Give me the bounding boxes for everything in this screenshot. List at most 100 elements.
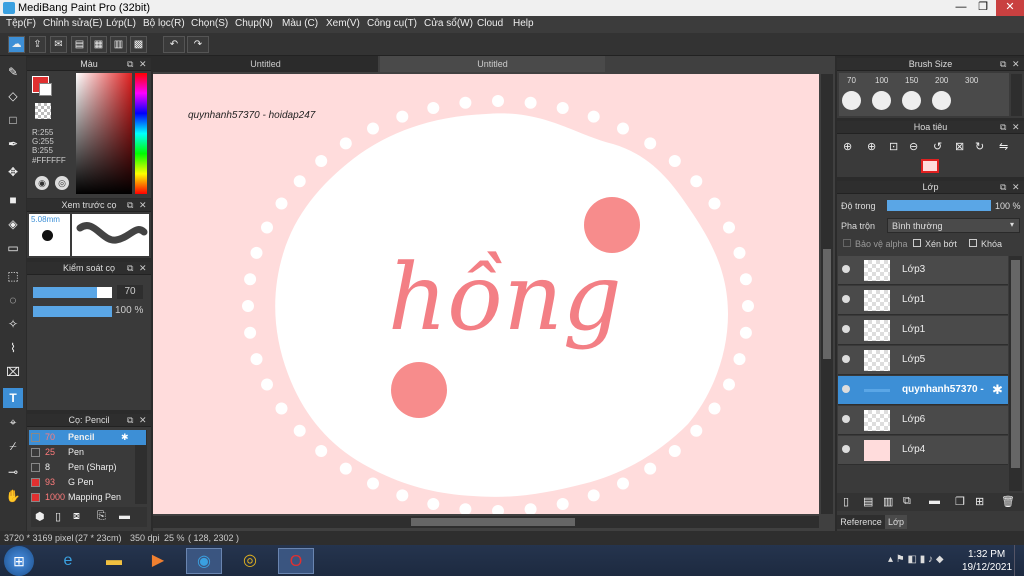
minimize-button[interactable]: — bbox=[950, 0, 972, 16]
new-8bit-layer-icon[interactable]: ▥ bbox=[883, 495, 893, 508]
comment-icon[interactable]: ✉ bbox=[50, 36, 67, 53]
eye-icon[interactable] bbox=[842, 295, 850, 303]
brush-copy-icon[interactable]: ⎘ bbox=[97, 510, 106, 523]
eye-icon[interactable] bbox=[842, 445, 850, 453]
tray-icons[interactable]: ▴ ⚑ ◧ ▮ ♪ ◆ bbox=[888, 554, 944, 565]
undo-icon[interactable]: ↶ bbox=[163, 36, 185, 53]
eye-icon[interactable] bbox=[842, 355, 850, 363]
brush-size-value[interactable]: 70 bbox=[117, 285, 143, 299]
panel-popout-icon[interactable]: ⧉ bbox=[1000, 122, 1006, 133]
gear-icon[interactable]: ✱ bbox=[121, 430, 129, 445]
secondary-color-swatch[interactable] bbox=[39, 83, 52, 96]
hand-tool-icon[interactable]: ✋ bbox=[3, 486, 23, 506]
brush-size-option[interactable] bbox=[932, 91, 951, 110]
select-eraser-icon[interactable]: ⌧ bbox=[3, 362, 23, 382]
grid-icon[interactable]: ▥ bbox=[110, 36, 127, 53]
layer-row-selected[interactable]: quynhanh57370 - ✱ bbox=[838, 376, 1008, 405]
ie-icon[interactable]: e bbox=[50, 548, 86, 574]
flip-icon[interactable]: ⇋ bbox=[999, 140, 1008, 153]
magic-wand-icon[interactable]: ✧ bbox=[3, 314, 23, 334]
panel-close-icon[interactable]: ✕ bbox=[139, 263, 147, 274]
drawing-canvas[interactable]: hồng quynhanh57370 - hoidap247 bbox=[153, 74, 819, 514]
rectangle-tool-icon[interactable]: □ bbox=[3, 110, 23, 130]
eraser-tool-icon[interactable]: ◇ bbox=[3, 86, 23, 106]
menu-filter[interactable]: Bộ lọc(R) bbox=[143, 18, 185, 29]
maximize-button[interactable]: ❐ bbox=[972, 0, 994, 16]
gradient-tool-icon[interactable]: ▭ bbox=[3, 238, 23, 258]
rotate-right-icon[interactable]: ↻ bbox=[975, 140, 984, 153]
eye-icon[interactable] bbox=[842, 265, 850, 273]
brush-folder-icon[interactable]: ▬ bbox=[119, 510, 130, 522]
folder-icon[interactable]: ▬ bbox=[96, 548, 132, 574]
panel-popout-icon[interactable]: ⧉ bbox=[127, 59, 133, 70]
text-tool-icon[interactable]: T bbox=[3, 388, 23, 408]
start-button[interactable]: ⊞ bbox=[4, 546, 34, 576]
palette-icon[interactable]: ◉ bbox=[35, 176, 49, 190]
eyedropper-icon[interactable]: ⊸ bbox=[3, 462, 23, 482]
menu-tools[interactable]: Công cụ(T) bbox=[367, 18, 417, 29]
protect-alpha-checkbox[interactable] bbox=[843, 239, 851, 247]
fill-rect-icon[interactable]: ■ bbox=[3, 190, 23, 210]
brush-item[interactable]: 70 Pencil ✱ bbox=[29, 430, 146, 445]
trash-icon[interactable]: 🗑 bbox=[1001, 495, 1015, 508]
transparent-swatch[interactable] bbox=[35, 103, 51, 119]
brush-item[interactable]: 25 Pen bbox=[29, 445, 146, 460]
layer-row[interactable]: Lớp1 bbox=[838, 286, 1008, 315]
horizontal-scroll-thumb[interactable] bbox=[411, 518, 575, 526]
reset-icon[interactable]: ⊠ bbox=[955, 140, 964, 153]
layer-opacity-slider[interactable] bbox=[887, 200, 991, 211]
brush-size-option[interactable] bbox=[842, 91, 861, 110]
panel-close-icon[interactable]: ✕ bbox=[139, 200, 147, 211]
panel-popout-icon[interactable]: ⧉ bbox=[127, 415, 133, 426]
panel-popout-icon[interactable]: ⧉ bbox=[1000, 59, 1006, 70]
horizontal-scrollbar[interactable] bbox=[153, 516, 819, 528]
layer-row[interactable]: Lớp4 bbox=[838, 436, 1008, 465]
merge-layer-icon[interactable]: ⊞ bbox=[975, 495, 984, 508]
new-layer-icon[interactable]: ▯ bbox=[843, 495, 849, 508]
panel-popout-icon[interactable]: ⧉ bbox=[127, 263, 133, 274]
panel-close-icon[interactable]: ✕ bbox=[1012, 59, 1020, 70]
new-halftone-layer-icon[interactable]: ▤ bbox=[863, 495, 873, 508]
vertical-scroll-thumb[interactable] bbox=[823, 249, 831, 359]
brush-item[interactable]: 1000 Mapping Pen bbox=[29, 490, 146, 505]
zoom-out-icon[interactable]: ⊖ bbox=[909, 140, 918, 153]
pen-tool-icon[interactable]: ✒ bbox=[3, 134, 23, 154]
brush-size-option[interactable] bbox=[872, 91, 891, 110]
cloud-icon[interactable]: ☁ bbox=[8, 36, 25, 53]
panel-close-icon[interactable]: ✕ bbox=[1012, 122, 1020, 133]
menu-cloud[interactable]: Cloud bbox=[477, 18, 503, 29]
panel-close-icon[interactable]: ✕ bbox=[1012, 182, 1020, 193]
fit-icon[interactable]: ⊡ bbox=[889, 140, 898, 153]
menu-file[interactable]: Tệp(F) bbox=[6, 18, 36, 29]
brush-size-scrollbar[interactable] bbox=[1011, 74, 1022, 116]
eye-icon[interactable] bbox=[842, 385, 850, 393]
tab-untitled-1[interactable]: Untitled bbox=[153, 56, 378, 72]
eye-icon[interactable] bbox=[842, 325, 850, 333]
dropper-tool-icon[interactable]: ⌿ bbox=[3, 436, 23, 456]
clock-time[interactable]: 1:32 PM bbox=[968, 549, 1005, 560]
tab-reference[interactable]: Reference bbox=[837, 515, 885, 529]
brush-item[interactable]: 93 G Pen bbox=[29, 475, 146, 490]
share-icon[interactable]: ⇪ bbox=[29, 36, 46, 53]
bucket-tool-icon[interactable]: ◈ bbox=[3, 214, 23, 234]
panel-popout-icon[interactable]: ⧉ bbox=[127, 200, 133, 211]
media-player-icon[interactable]: ▶ bbox=[140, 548, 176, 574]
tiles-icon[interactable]: ▩ bbox=[130, 36, 147, 53]
menu-window[interactable]: Cửa sổ(W) bbox=[424, 18, 473, 29]
show-desktop-button[interactable] bbox=[1014, 545, 1024, 576]
chrome-icon[interactable]: ◎ bbox=[232, 548, 268, 574]
brush-item[interactable]: 8 Pen (Sharp) bbox=[29, 460, 146, 475]
panel-popout-icon[interactable]: ⧉ bbox=[1000, 182, 1006, 193]
redo-icon[interactable]: ↷ bbox=[187, 36, 209, 53]
brush-new-icon[interactable]: ▯ bbox=[55, 510, 61, 523]
brush-size-option[interactable] bbox=[902, 91, 921, 110]
select-pen-icon[interactable]: ⌇ bbox=[3, 338, 23, 358]
eye-icon[interactable] bbox=[842, 415, 850, 423]
rotate-left-icon[interactable]: ↺ bbox=[933, 140, 942, 153]
zoom-in-alt-icon[interactable]: ⊕ bbox=[867, 140, 876, 153]
operation-tool-icon[interactable]: ⌖ bbox=[3, 412, 23, 432]
layer-row[interactable]: Lớp1 bbox=[838, 316, 1008, 345]
folder-icon[interactable]: ▬ bbox=[929, 495, 940, 507]
brush-add-icon[interactable]: ⬢ bbox=[35, 510, 45, 523]
layer-row[interactable]: Lớp6 bbox=[838, 406, 1008, 435]
